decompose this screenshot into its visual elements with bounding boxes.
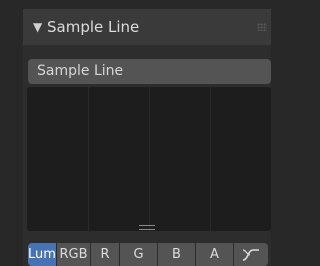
graph-grid-line: [88, 87, 89, 231]
panel-title: Sample Line: [47, 18, 140, 36]
channel-r-button[interactable]: R: [91, 243, 119, 266]
channel-selector: Lum RGB R G B A: [28, 243, 268, 266]
sample-line-panel: ▼ Sample Line Sample Line Lum RGB R G B …: [23, 9, 271, 266]
curve-icon: [242, 248, 259, 261]
graph-grid-line: [210, 87, 211, 231]
panel-header[interactable]: ▼ Sample Line: [23, 9, 271, 45]
channel-a-button[interactable]: A: [196, 243, 233, 266]
drag-grip-icon[interactable]: [257, 23, 267, 31]
sample-line-button-label: Sample Line: [37, 63, 124, 79]
graph-resize-handle[interactable]: [139, 225, 155, 230]
sample-line-graph[interactable]: [27, 87, 271, 231]
channel-g-button[interactable]: G: [120, 243, 157, 266]
channel-rgb-button[interactable]: RGB: [57, 243, 90, 266]
log-scale-toggle[interactable]: [234, 243, 268, 266]
channel-b-button[interactable]: B: [158, 243, 195, 266]
graph-grid-line: [149, 87, 150, 231]
disclosure-triangle-down-icon[interactable]: ▼: [33, 20, 42, 34]
sample-line-button[interactable]: Sample Line: [28, 59, 271, 84]
channel-lum-button[interactable]: Lum: [28, 243, 56, 266]
